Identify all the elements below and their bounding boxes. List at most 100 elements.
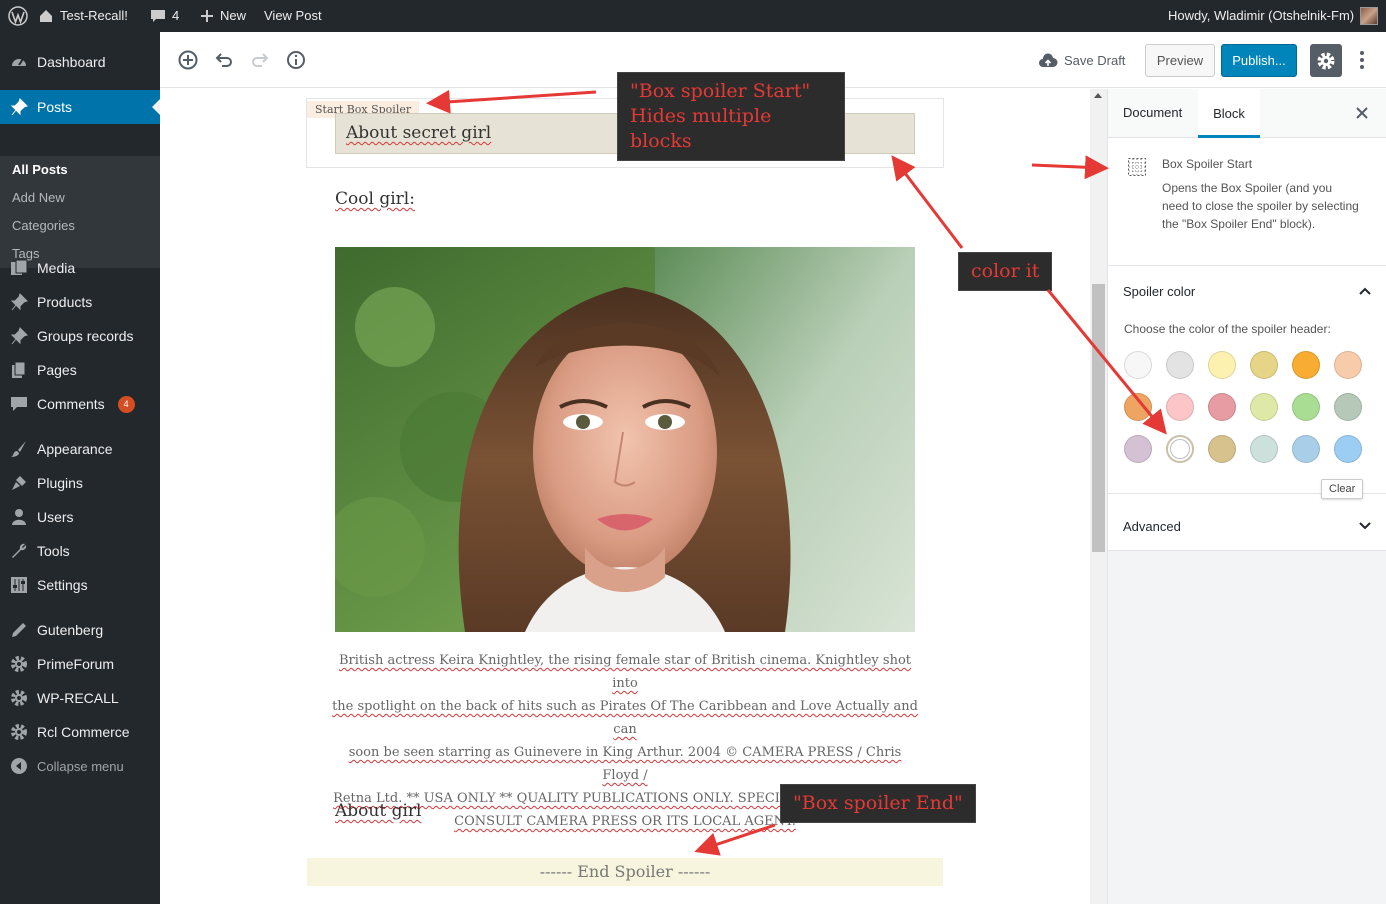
settings-gear-button[interactable] bbox=[1310, 44, 1342, 77]
add-block-plus-icon[interactable] bbox=[176, 48, 200, 72]
pages-icon bbox=[10, 361, 28, 379]
color-swatch[interactable] bbox=[1334, 393, 1362, 421]
comment-icon bbox=[151, 10, 165, 22]
color-swatch[interactable] bbox=[1334, 351, 1362, 379]
new-content-link[interactable]: New bbox=[200, 0, 246, 32]
save-draft-label: Save Draft bbox=[1064, 53, 1126, 68]
color-swatch[interactable] bbox=[1166, 435, 1194, 463]
info-icon[interactable] bbox=[284, 48, 308, 72]
site-name-link[interactable]: Test-Recall! bbox=[38, 0, 128, 32]
preview-button[interactable]: Preview bbox=[1145, 44, 1215, 77]
user-icon bbox=[10, 508, 28, 526]
sidebar-label: Products bbox=[37, 294, 93, 310]
publish-button[interactable]: Publish... bbox=[1221, 44, 1297, 77]
sidebar-label: Groups records bbox=[37, 328, 134, 344]
sidebar-item-rcl-commerce[interactable]: Rcl Commerce bbox=[0, 715, 160, 749]
sidebar-item-primeforum[interactable]: PrimeForum bbox=[0, 647, 160, 681]
sidebar-item-products[interactable]: Products bbox=[0, 285, 160, 319]
color-swatch[interactable] bbox=[1166, 351, 1194, 379]
color-swatch[interactable] bbox=[1250, 351, 1278, 379]
paragraph-cool-girl[interactable]: Cool girl: bbox=[335, 189, 415, 209]
wordpress-logo-icon[interactable] bbox=[8, 0, 28, 32]
preview-label: Preview bbox=[1156, 53, 1204, 68]
sidebar-label: WP-RECALL bbox=[37, 690, 119, 706]
sidebar-item-plugins[interactable]: Plugins bbox=[0, 466, 160, 500]
sidebar-label: Pages bbox=[37, 362, 77, 378]
sidebar-label: Tools bbox=[37, 543, 70, 559]
view-post-label: View Post bbox=[264, 8, 322, 23]
clear-tooltip: Clear bbox=[1321, 479, 1364, 499]
content-scrollbar[interactable] bbox=[1090, 89, 1107, 904]
sidebar-item-comments[interactable]: Comments 4 bbox=[0, 387, 160, 421]
close-icon[interactable] bbox=[1352, 103, 1372, 123]
annotation-text: Hides multiple blocks bbox=[630, 105, 772, 152]
sidebar-item-appearance[interactable]: Appearance bbox=[0, 432, 160, 466]
sidebar-label: Comments bbox=[37, 396, 105, 412]
caption-line: British actress Keira Knightley, the ris… bbox=[338, 653, 912, 691]
sidebar-item-dashboard[interactable]: Dashboard bbox=[0, 45, 160, 79]
admin-sidebar: Dashboard Posts All Posts Add New Catego… bbox=[0, 32, 160, 904]
sidebar-label: Media bbox=[37, 260, 76, 276]
color-swatch[interactable] bbox=[1124, 393, 1152, 421]
tab-document[interactable]: Document bbox=[1123, 105, 1182, 120]
color-swatch[interactable] bbox=[1250, 435, 1278, 463]
comments-link[interactable]: 4 bbox=[150, 0, 179, 32]
sidebar-item-settings[interactable]: Settings bbox=[0, 568, 160, 602]
color-swatch[interactable] bbox=[1292, 393, 1320, 421]
color-swatch[interactable] bbox=[1124, 351, 1152, 379]
gear-icon bbox=[1317, 52, 1335, 69]
sidebar-item-pages[interactable]: Pages bbox=[0, 353, 160, 387]
scroll-up-arrow-icon[interactable] bbox=[1094, 93, 1102, 98]
color-swatch[interactable] bbox=[1334, 435, 1362, 463]
inspector-tabs: Document Block bbox=[1108, 89, 1386, 138]
image-block[interactable] bbox=[335, 247, 915, 632]
sidebar-label: PrimeForum bbox=[37, 656, 115, 672]
scrollbar-thumb[interactable] bbox=[1092, 284, 1105, 552]
redo-icon[interactable] bbox=[248, 48, 272, 72]
block-card: Box Spoiler Start Opens the Box Spoiler … bbox=[1108, 138, 1386, 266]
panel-title: Advanced bbox=[1123, 519, 1181, 534]
submenu-add-new[interactable]: Add New bbox=[12, 190, 65, 205]
save-draft-button[interactable]: Save Draft bbox=[1038, 44, 1130, 77]
sidebar-item-groups-records[interactable]: Groups records bbox=[0, 319, 160, 353]
more-options-icon[interactable] bbox=[1350, 48, 1374, 72]
color-swatch[interactable] bbox=[1292, 435, 1320, 463]
sidebar-item-media[interactable]: Media bbox=[0, 251, 160, 285]
submenu-all-posts[interactable]: All Posts bbox=[12, 162, 68, 177]
sidebar-item-posts[interactable]: Posts bbox=[0, 90, 160, 124]
gear-icon bbox=[10, 723, 28, 741]
media-icon bbox=[10, 259, 28, 277]
comments-count-badge: 4 bbox=[117, 395, 135, 413]
block-description: Opens the Box Spoiler (and you need to c… bbox=[1162, 181, 1359, 231]
submenu-categories[interactable]: Categories bbox=[12, 218, 75, 233]
sidebar-item-users[interactable]: Users bbox=[0, 500, 160, 534]
wrench-icon bbox=[10, 542, 28, 560]
user-menu[interactable]: Howdy, Wladimir (Otshelnik-Fm) bbox=[1168, 0, 1379, 32]
color-swatch[interactable] bbox=[1208, 393, 1236, 421]
color-swatch[interactable] bbox=[1208, 435, 1236, 463]
collapse-menu-button[interactable]: Collapse menu bbox=[0, 749, 160, 783]
paragraph-text: About girl bbox=[335, 801, 422, 821]
caption-line: soon be seen starring as Guinevere in Ki… bbox=[348, 745, 902, 783]
sidebar-item-wp-recall[interactable]: WP-RECALL bbox=[0, 681, 160, 715]
undo-icon[interactable] bbox=[212, 48, 236, 72]
color-swatch[interactable] bbox=[1124, 435, 1152, 463]
color-swatch[interactable] bbox=[1166, 393, 1194, 421]
box-spoiler-end-block[interactable]: ------ End Spoiler ------ bbox=[307, 858, 943, 886]
cloud-upload-icon bbox=[1039, 52, 1058, 67]
sidebar-item-gutenberg[interactable]: Gutenberg bbox=[0, 613, 160, 647]
spoiler-color-panel-toggle[interactable]: Spoiler color bbox=[1108, 266, 1386, 314]
comment-count: 4 bbox=[172, 8, 180, 23]
sliders-icon bbox=[10, 576, 28, 594]
view-post-link[interactable]: View Post bbox=[264, 0, 322, 32]
pin-icon bbox=[10, 293, 28, 311]
advanced-panel-toggle[interactable]: Advanced bbox=[1108, 505, 1386, 551]
sidebar-label: Settings bbox=[37, 577, 88, 593]
color-swatch[interactable] bbox=[1292, 351, 1320, 379]
color-swatch[interactable] bbox=[1250, 393, 1278, 421]
chevron-down-icon bbox=[1358, 519, 1372, 534]
sidebar-item-tools[interactable]: Tools bbox=[0, 534, 160, 568]
paragraph-about-girl[interactable]: About girl bbox=[335, 801, 421, 821]
color-swatch[interactable] bbox=[1208, 351, 1236, 379]
tab-block[interactable]: Block bbox=[1198, 89, 1260, 138]
